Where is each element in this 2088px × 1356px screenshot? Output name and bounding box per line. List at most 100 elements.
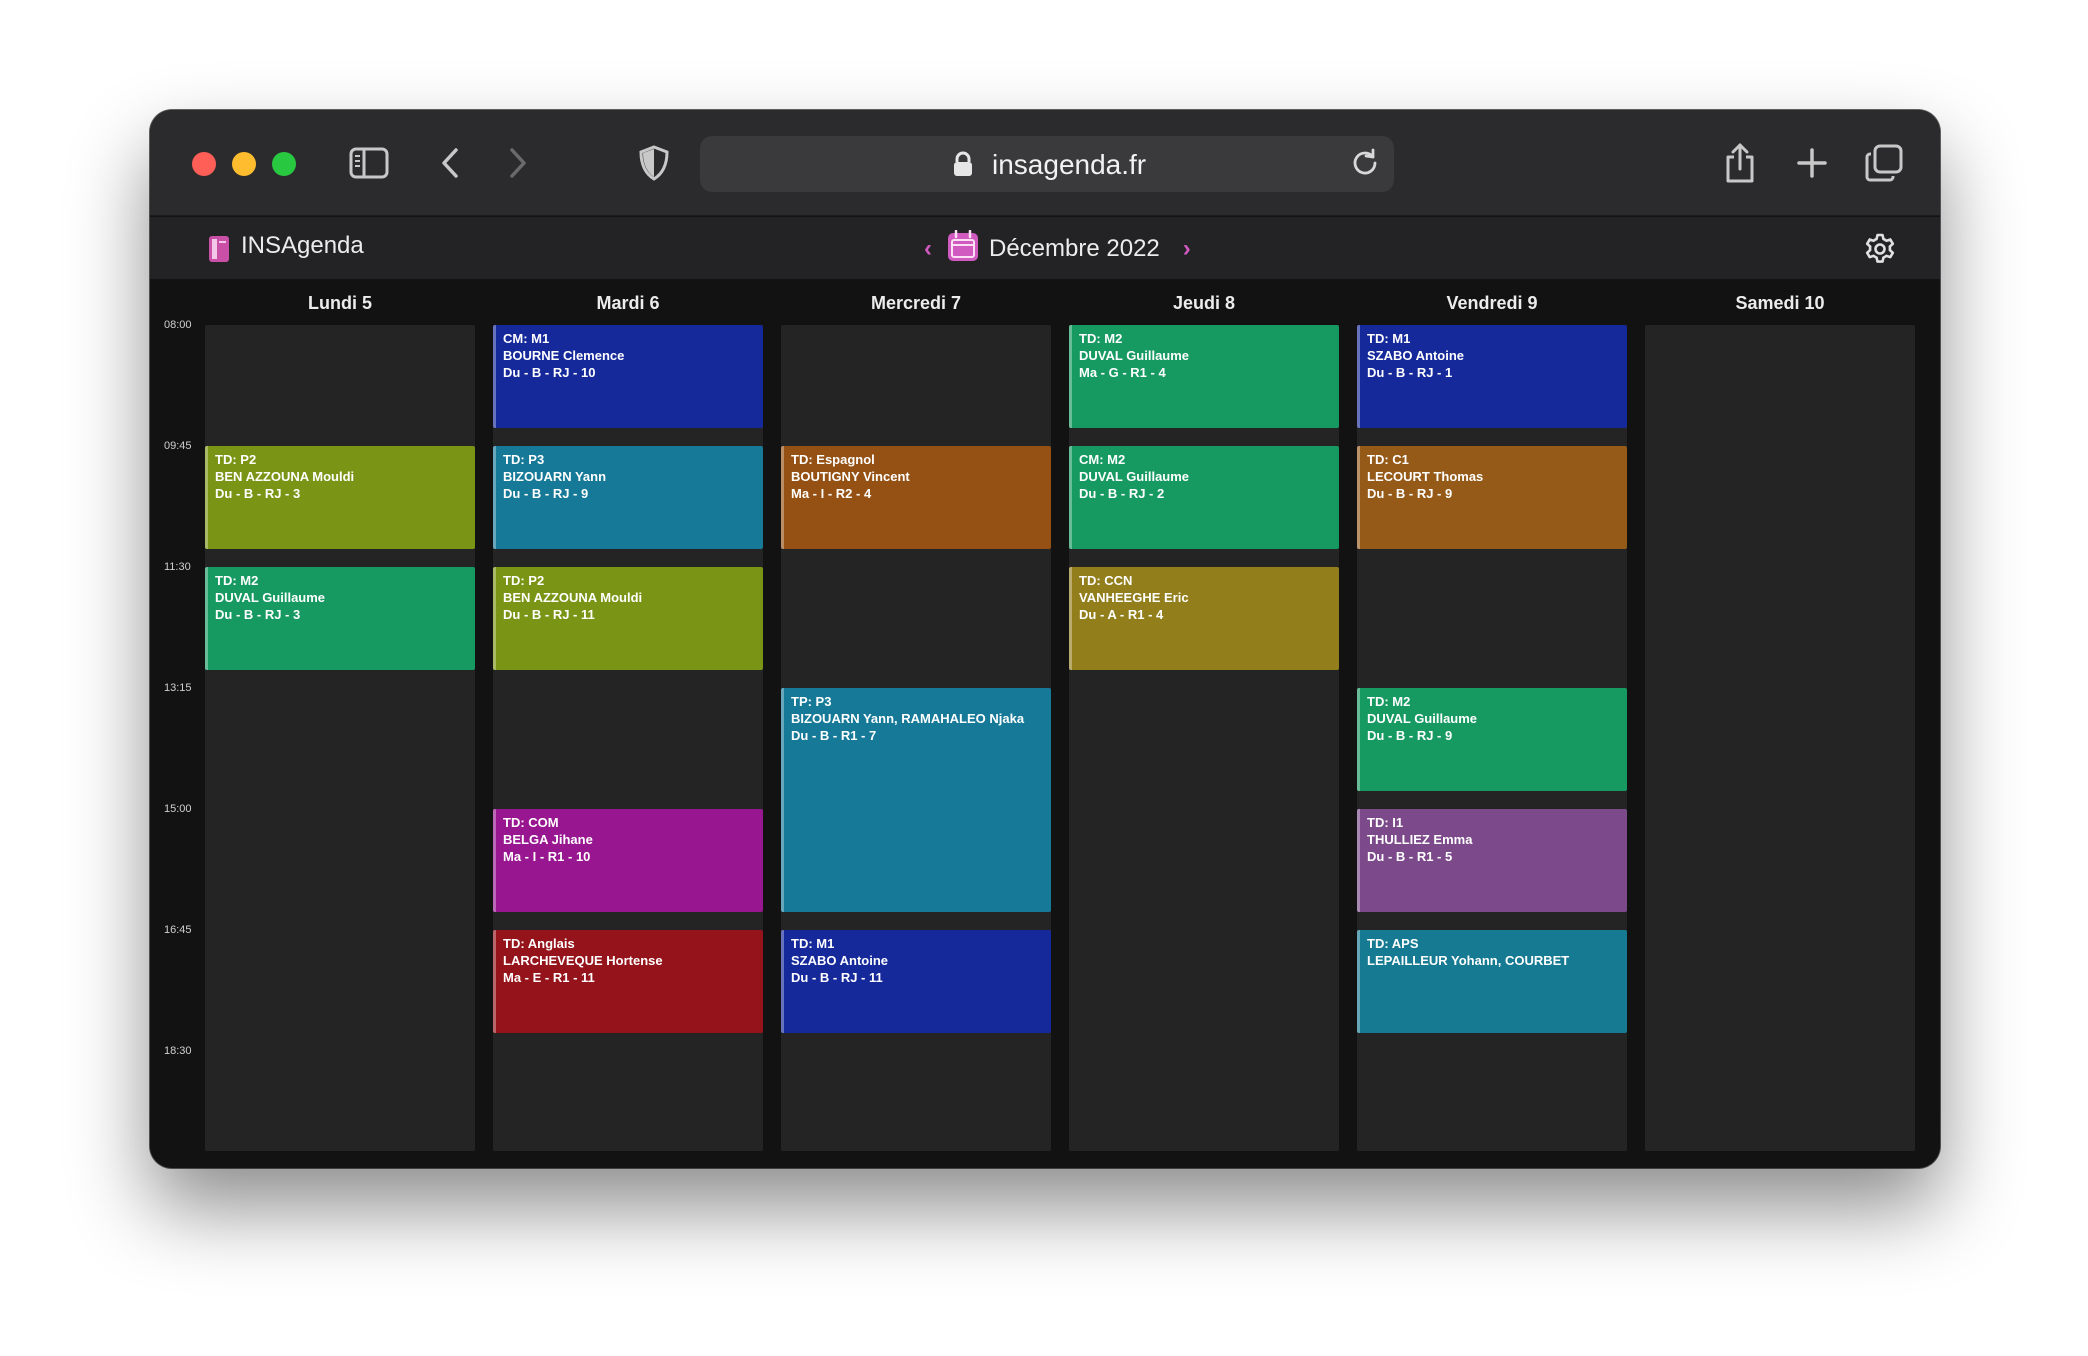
new-tab-plus-icon[interactable] (1790, 140, 1834, 186)
event-room: Du - B - RJ - 9 (1367, 486, 1453, 501)
event-teacher: THULLIEZ Emma (1367, 832, 1473, 847)
event-teacher: LEPAILLEUR Yohann, COURBET (1367, 953, 1570, 968)
calendar-icon[interactable] (947, 229, 979, 267)
course-event[interactable]: TD: Espagnol BOUTIGNY Vincent Ma - I - R2 … (781, 446, 1051, 549)
minimize-window-button[interactable] (232, 152, 256, 176)
course-event[interactable]: TD: I1 THULLIEZ Emma Du - B - R1 - 5 (1357, 809, 1627, 912)
course-event[interactable]: TD: M2 DUVAL Guillaume Du - B - RJ - 3 (205, 567, 475, 670)
event-title: TD: P3 (503, 452, 545, 467)
lock-icon (952, 151, 974, 182)
close-window-button[interactable] (192, 152, 216, 176)
event-teacher: BELGA Jihane (503, 832, 593, 847)
event-teacher: BIZOUARN Yann (503, 469, 607, 484)
address-bar[interactable]: insagenda.fr (700, 136, 1394, 192)
next-month-button[interactable]: › (1174, 235, 1200, 263)
course-event[interactable]: TD: Anglais LARCHEVEQUE Hortense Ma - E - … (493, 930, 763, 1033)
time-label: 09:45 (164, 440, 192, 452)
time-label: 15:00 (164, 803, 192, 815)
event-room: Ma - I - R2 - 4 (791, 486, 872, 501)
day-column[interactable]: CM: M1 BOURNE Clemence Du - B - RJ - 10 TD:… (493, 325, 763, 1151)
sidebar-toggle-icon[interactable] (346, 140, 392, 186)
event-title: TD: P2 (503, 573, 545, 588)
event-title: TP: P3 (791, 694, 832, 709)
course-event[interactable]: TD: M2 DUVAL Guillaume Ma - G - R1 - 4 (1069, 325, 1339, 428)
time-label: 11:30 (164, 561, 191, 573)
event-room: Du - B - RJ - 9 (503, 486, 589, 501)
day-header: Samedi 10 (1735, 293, 1825, 313)
course-event[interactable]: TD: C1 LECOURT Thomas Du - B - RJ - 9 (1357, 446, 1627, 549)
event-room: Ma - I - R1 - 10 (503, 849, 591, 864)
event-room: Du - B - RJ - 3 (215, 486, 301, 501)
privacy-shield-icon[interactable] (634, 140, 674, 186)
time-label: 16:45 (164, 924, 192, 936)
event-teacher: DUVAL Guillaume (1079, 469, 1190, 484)
course-event[interactable]: TD: APS LEPAILLEUR Yohann, COURBET (1357, 930, 1627, 1033)
event-room: Ma - E - R1 - 11 (503, 970, 595, 985)
time-label: 18:30 (164, 1045, 192, 1057)
event-room: Du - B - RJ - 3 (215, 607, 301, 622)
event-room: Ma - G - R1 - 4 (1079, 365, 1166, 380)
event-teacher: VANHEEGHE Eric (1079, 590, 1189, 605)
event-teacher: BOURNE Clemence (503, 348, 625, 363)
day-column[interactable]: TD: Espagnol BOUTIGNY Vincent Ma - I - R2 … (781, 325, 1051, 1151)
day-header: Jeudi 8 (1172, 293, 1236, 313)
day-header: Mercredi 7 (870, 293, 962, 313)
event-room: Du - B - RJ - 11 (791, 970, 883, 985)
event-title: TD: M2 (1079, 331, 1123, 346)
event-title: TD: M1 (1367, 331, 1411, 346)
agenda-logo-icon (208, 235, 230, 268)
day-header: Mardi 6 (596, 293, 660, 313)
event-title: TD: CCN (1079, 573, 1133, 588)
back-arrow-icon[interactable] (432, 140, 468, 186)
course-event[interactable]: CM: M1 BOURNE Clemence Du - B - RJ - 10 (493, 325, 763, 428)
month-navigator: ‹ Décembre 2022 › (915, 229, 1200, 267)
event-teacher: BIZOUARN Yann, RAMAHALEO Njaka (791, 711, 1025, 726)
event-title: TD: Anglais (503, 936, 575, 951)
previous-month-button[interactable]: ‹ (915, 235, 941, 263)
event-teacher: BEN AZZOUNA Mouldi (503, 590, 643, 605)
course-event[interactable]: TD: M1 SZABO Antoine Du - B - RJ - 11 (781, 930, 1051, 1033)
browser-toolbar: insagenda.fr (150, 110, 1940, 216)
event-room: Du - B - RJ - 10 (503, 365, 596, 380)
event-title: TD: COM (503, 815, 559, 830)
forward-arrow-icon[interactable] (500, 140, 536, 186)
course-event[interactable]: CM: M2 DUVAL Guillaume Du - B - RJ - 2 (1069, 446, 1339, 549)
event-teacher: SZABO Antoine (791, 953, 889, 968)
event-teacher: SZABO Antoine (1367, 348, 1465, 363)
current-month-label: Décembre 2022 (989, 234, 1160, 262)
event-teacher: DUVAL Guillaume (215, 590, 326, 605)
day-column[interactable] (1645, 325, 1915, 1151)
settings-gear-icon[interactable] (1864, 233, 1896, 270)
event-room: Du - B - RJ - 2 (1079, 486, 1165, 501)
course-event[interactable]: TD: P2 BEN AZZOUNA Mouldi Du - B - RJ - 3 (205, 446, 475, 549)
course-event[interactable]: TD: P3 BIZOUARN Yann Du - B - RJ - 9 (493, 446, 763, 549)
day-column[interactable]: TD: P2 BEN AZZOUNA Mouldi Du - B - RJ - 3T… (205, 325, 475, 1151)
day-header: Lundi 5 (308, 293, 372, 313)
day-column[interactable]: TD: M1 SZABO Antoine Du - B - RJ - 1 TD: C1… (1357, 325, 1627, 1151)
day-column[interactable]: TD: M2 DUVAL Guillaume Ma - G - R1 - 4 CM: … (1069, 325, 1339, 1151)
app-title: INSAgenda (241, 232, 364, 259)
event-room: Du - B - R1 - 7 (791, 728, 877, 743)
event-room: Du - B - RJ - 11 (503, 607, 595, 622)
zoom-window-button[interactable] (272, 152, 296, 176)
tab-overview-icon[interactable] (1862, 140, 1906, 186)
share-icon[interactable] (1718, 140, 1762, 186)
event-title: TD: I1 (1367, 815, 1404, 830)
course-event[interactable]: TD: M1 SZABO Antoine Du - B - RJ - 1 (1357, 325, 1627, 428)
week-calendar: 08:00 09:45 11:30 13:15 15:00 16:45 18:30 Lundi… (150, 279, 1940, 1168)
event-teacher: LARCHEVEQUE Hortense (503, 953, 663, 968)
course-event[interactable]: TD: M2 DUVAL Guillaume Du - B - RJ - 9 (1357, 688, 1627, 791)
time-label: 08:00 (164, 319, 192, 331)
event-room: Du - B - RJ - 9 (1367, 728, 1453, 743)
event-teacher: BEN AZZOUNA Mouldi (215, 469, 355, 484)
event-title: TD: M2 (1367, 694, 1411, 709)
reload-icon[interactable] (1350, 148, 1380, 183)
course-event[interactable]: TD: COM BELGA Jihane Ma - I - R1 - 10 (493, 809, 763, 912)
event-title: TD: M2 (215, 573, 259, 588)
event-teacher: DUVAL Guillaume (1367, 711, 1478, 726)
course-event[interactable]: TD: CCN VANHEEGHE Eric Du - A - R1 - 4 (1069, 567, 1339, 670)
event-teacher: DUVAL Guillaume (1079, 348, 1190, 363)
event-room: Du - B - R1 - 5 (1367, 849, 1453, 864)
course-event[interactable]: TP: P3 BIZOUARN Yann, RAMAHALEO Njaka Du -… (781, 688, 1051, 912)
course-event[interactable]: TD: P2 BEN AZZOUNA Mouldi Du - B - RJ - 11 (493, 567, 763, 670)
